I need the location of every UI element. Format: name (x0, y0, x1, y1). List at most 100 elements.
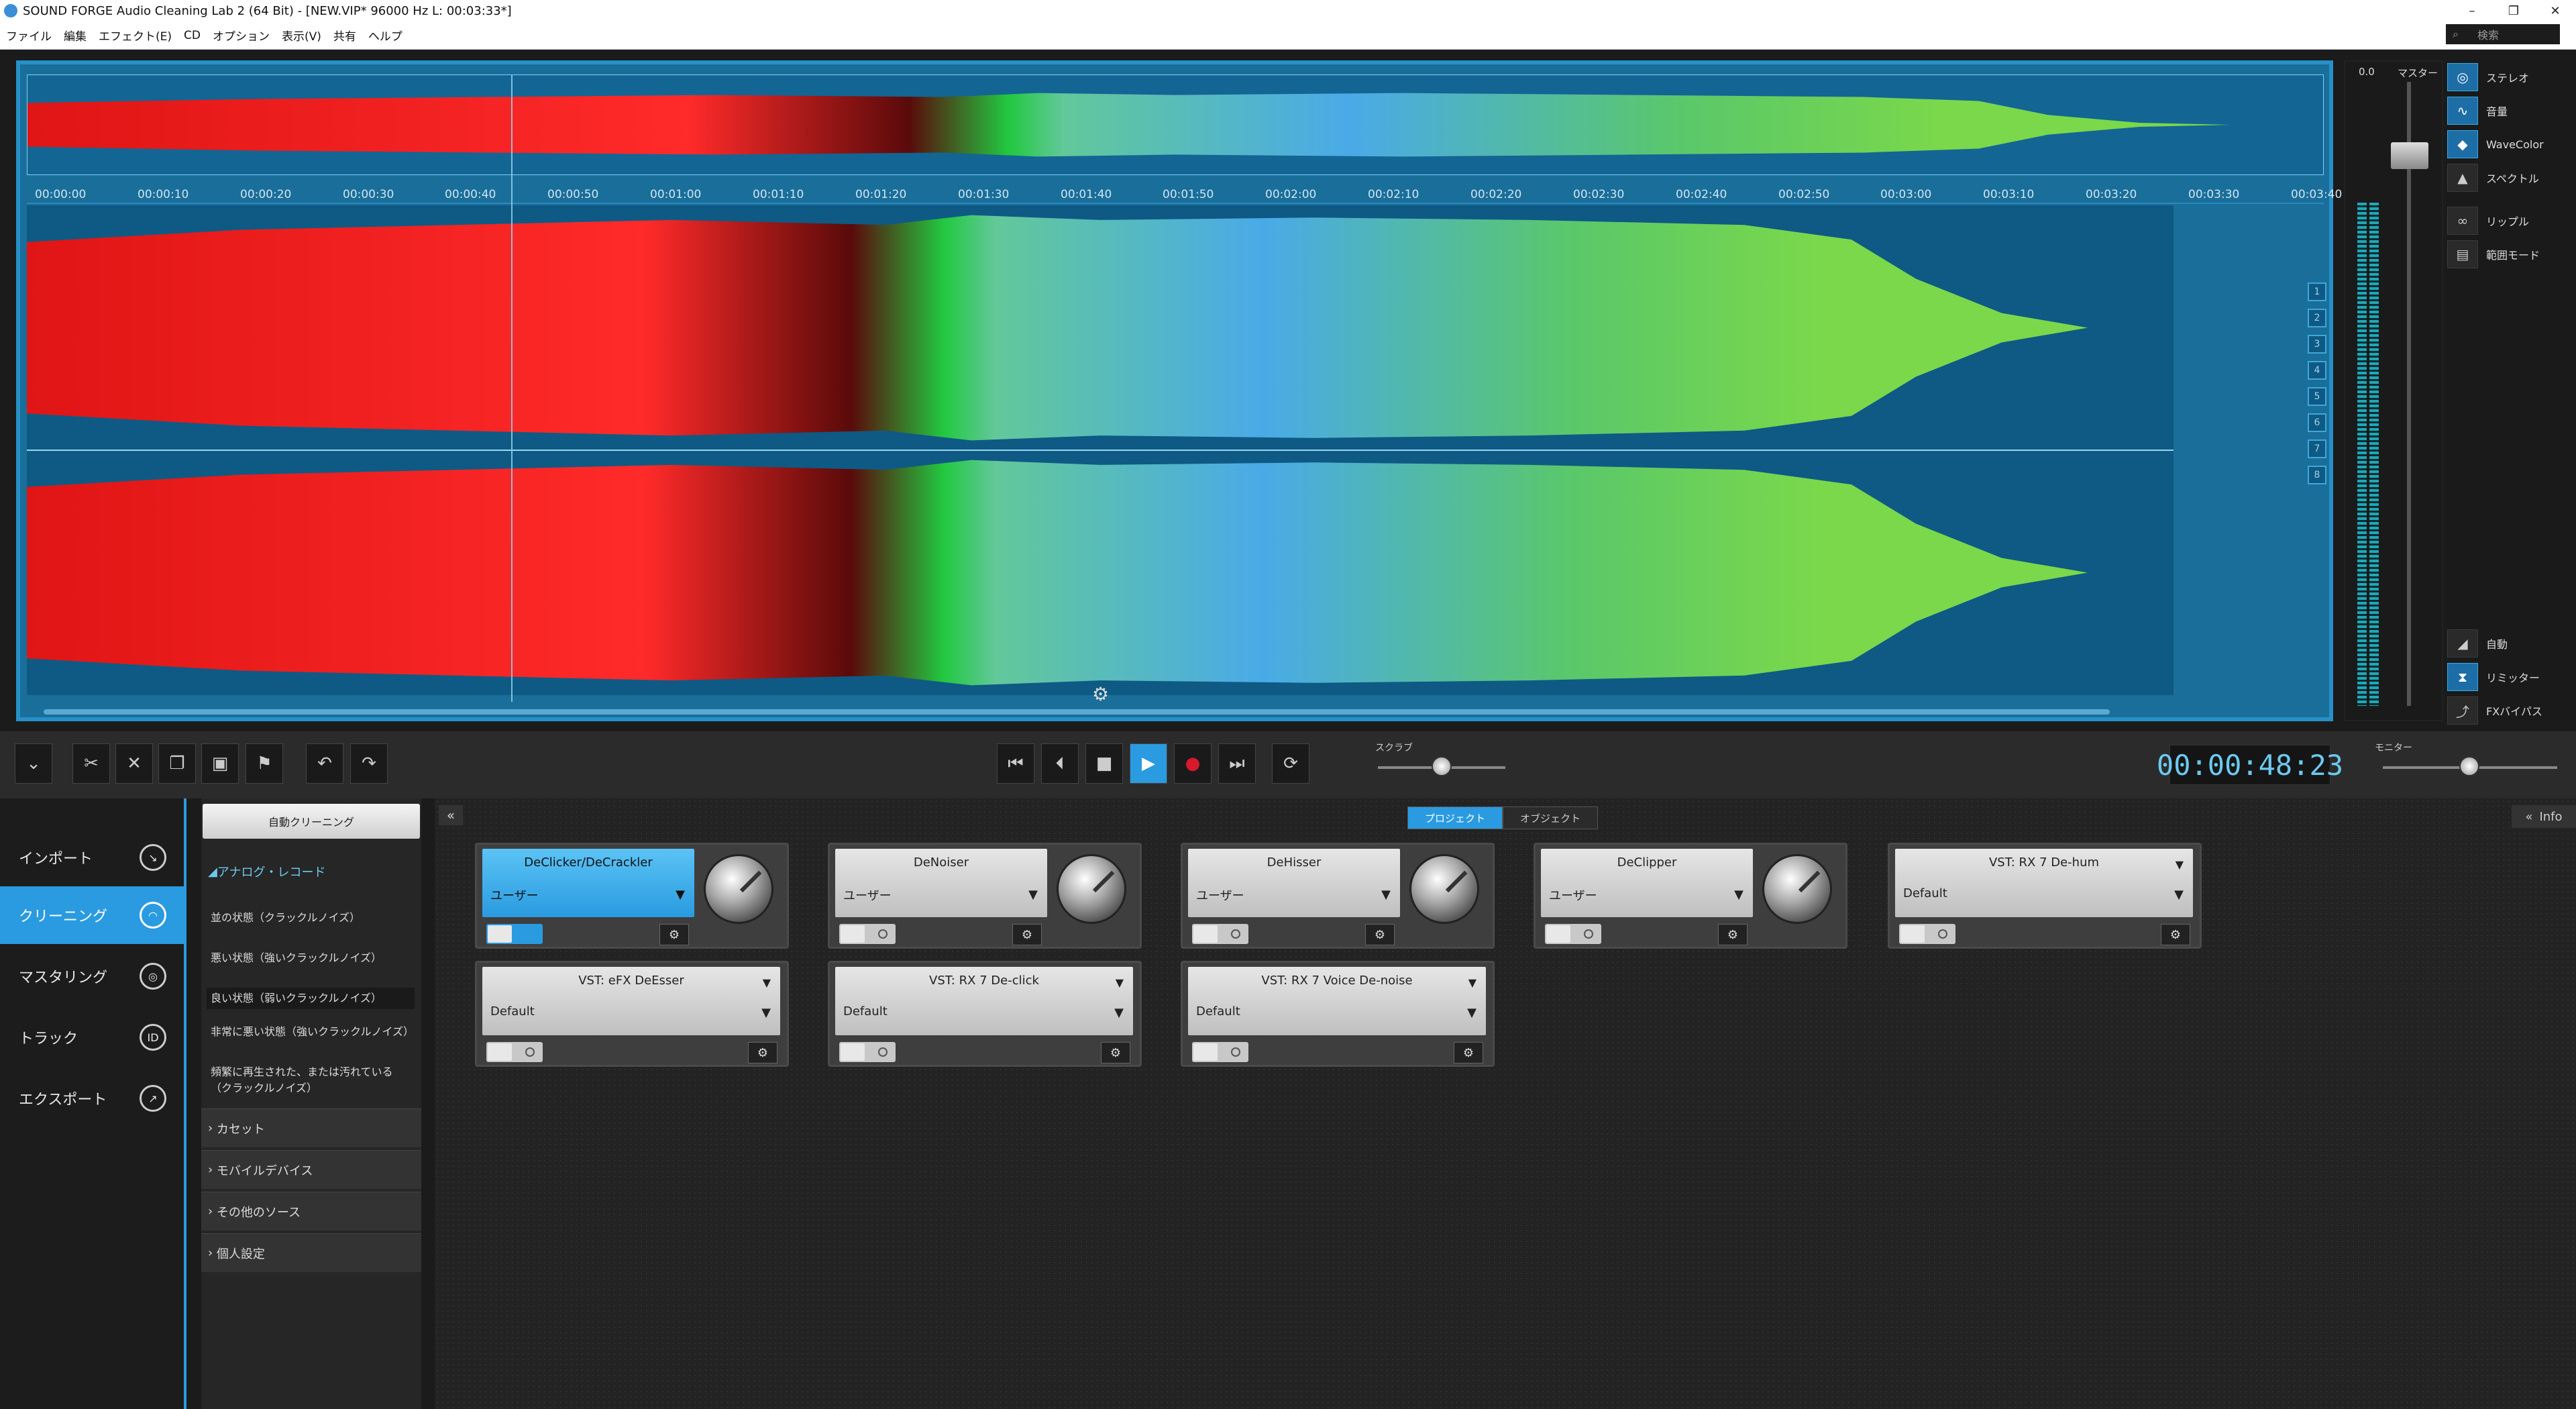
close-button[interactable]: ✕ (2534, 0, 2576, 21)
settings-gear-icon[interactable]: ⚙ (748, 1042, 777, 1063)
preset-dropdown[interactable]: DeNoiser ユーザー ▼ (835, 849, 1047, 917)
cut-icon[interactable]: ✂ (72, 743, 110, 784)
waveform-panel[interactable]: 00:00:00 00:00:10 00:00:20 00:00:30 00:00:40… (16, 60, 2342, 721)
preset-dropdown[interactable]: DeClipper ユーザー ▼ (1541, 849, 1753, 917)
menu-file[interactable]: ファイル (0, 27, 58, 44)
preset-item[interactable]: 悪い状態（強いクラックルノイズ） (211, 950, 412, 966)
category-mobile[interactable]: › モバイルデバイス (201, 1150, 421, 1189)
delete-icon[interactable]: ✕ (115, 743, 153, 784)
collapse-panel-icon[interactable]: « (439, 805, 463, 825)
main-waveform[interactable] (27, 205, 2174, 695)
skip-to-end-button[interactable]: ⏭ (1218, 743, 1256, 784)
power-toggle[interactable] (1192, 924, 1248, 944)
settings-gear-icon[interactable]: ⚙ (659, 924, 689, 945)
paste-icon[interactable]: ▣ (201, 743, 239, 784)
preset-dropdown[interactable]: VST: RX 7 Voice De-noise ▼ Default ▼ (1188, 967, 1486, 1035)
scrub-slider[interactable] (1432, 756, 1452, 776)
channel-button[interactable]: 8 (2308, 466, 2326, 484)
minimize-button[interactable]: – (2451, 0, 2493, 21)
marker-icon[interactable]: ⚑ (246, 743, 283, 784)
menu-help[interactable]: ヘルプ (362, 27, 409, 44)
record-button[interactable]: ● (1174, 743, 1212, 784)
settings-gear-icon[interactable]: ⚙ (1365, 924, 1395, 945)
category-cassette[interactable]: › カセット (201, 1108, 421, 1147)
settings-gear-icon[interactable]: ⚙ (1012, 924, 1042, 945)
menu-edit[interactable]: 編集 (58, 27, 93, 44)
scrollbar-thumb[interactable] (44, 709, 2110, 715)
amount-knob[interactable] (1057, 854, 1126, 924)
power-toggle[interactable] (486, 924, 543, 944)
view-stereo-button[interactable]: ◎ ステレオ (2447, 63, 2529, 91)
settings-gear-icon[interactable]: ⚙ (1092, 683, 1109, 705)
time-ruler[interactable]: 00:00:00 00:00:10 00:00:20 00:00:30 00:00:40… (27, 185, 2342, 204)
sidebar-item-import[interactable]: インポート ↘ (0, 829, 184, 886)
view-ripple-button[interactable]: ∞ リップル (2447, 207, 2529, 235)
tab-project[interactable]: プロジェクト (1407, 806, 1503, 829)
preset-item[interactable]: 並の状態（クラックルノイズ） (211, 910, 412, 926)
power-toggle[interactable] (839, 924, 896, 944)
preset-item-selected[interactable]: 良い状態（弱いクラックルノイズ） (207, 988, 415, 1009)
sidebar-item-export[interactable]: エクスポート ↗ (0, 1069, 184, 1127)
preset-dropdown[interactable]: VST: RX 7 De-click ▼ Default ▼ (835, 967, 1133, 1035)
search-input[interactable]: ⌕ 検索 (2446, 24, 2560, 44)
settings-gear-icon[interactable]: ⚙ (1718, 924, 1748, 945)
auto-button[interactable]: ◢ 自動 (2447, 629, 2508, 658)
previous-button[interactable]: ⏴ (1041, 743, 1079, 784)
redo-icon[interactable]: ↷ (350, 743, 388, 784)
menu-cd[interactable]: CD (178, 29, 207, 42)
settings-gear-icon[interactable]: ⚙ (1101, 1042, 1130, 1063)
view-wavecolor-button[interactable]: ◆ WaveColor (2447, 130, 2544, 158)
settings-gear-icon[interactable]: ⚙ (1454, 1042, 1483, 1063)
playhead[interactable] (511, 74, 513, 702)
power-toggle[interactable] (1192, 1042, 1248, 1062)
menu-options[interactable]: オプション (207, 27, 276, 44)
fx-bypass-button[interactable]: ⤴ FXバイパス (2447, 696, 2542, 725)
category-personal[interactable]: › 個人設定 (201, 1233, 421, 1272)
copy-icon[interactable]: ❐ (158, 743, 196, 784)
amount-knob[interactable] (1762, 854, 1832, 924)
menu-view[interactable]: 表示(V) (276, 27, 327, 44)
preset-dropdown[interactable]: DeHisser ユーザー ▼ (1188, 849, 1400, 917)
menu-effects[interactable]: エフェクト(E) (93, 27, 178, 44)
overview-waveform[interactable] (27, 74, 2324, 175)
power-toggle[interactable] (1899, 924, 1955, 944)
settings-gear-icon[interactable]: ⚙ (2161, 924, 2190, 945)
view-range-mode-button[interactable]: ▤ 範囲モード (2447, 240, 2540, 268)
channel-button[interactable]: 5 (2308, 387, 2326, 406)
sidebar-item-track[interactable]: トラック ID (0, 1008, 184, 1066)
limiter-button[interactable]: ⧗ リミッター (2447, 663, 2540, 691)
channel-button[interactable]: 2 (2308, 309, 2326, 327)
amount-knob[interactable] (1409, 854, 1479, 924)
sidebar-item-cleaning[interactable]: クリーニング ◠ (0, 886, 184, 944)
play-button[interactable]: ▶ (1130, 743, 1167, 784)
preset-item[interactable]: 頻繁に再生された、または汚れている（クラックルノイズ） (211, 1064, 412, 1096)
view-volume-button[interactable]: ∿ 音量 (2447, 97, 2508, 125)
horizontal-scrollbar[interactable] (27, 705, 2324, 719)
preset-item[interactable]: 非常に悪い状態（強いクラックルノイズ） (211, 1024, 414, 1040)
sidebar-item-mastering[interactable]: マスタリング ◎ (0, 947, 184, 1005)
master-fader[interactable] (2391, 142, 2428, 169)
undo-icon[interactable]: ↶ (306, 743, 343, 784)
loop-button[interactable]: ⟳ (1272, 743, 1309, 784)
channel-button[interactable]: 3 (2308, 335, 2326, 354)
preset-dropdown[interactable]: VST: eFX DeEsser ▼ Default ▼ (482, 967, 780, 1035)
view-spectrum-button[interactable]: ▲ スペクトル (2447, 164, 2539, 192)
collapse-down-icon[interactable]: ⌄ (15, 743, 52, 784)
channel-button[interactable]: 6 (2308, 413, 2326, 432)
channel-button[interactable]: 1 (2308, 282, 2326, 301)
power-toggle[interactable] (1545, 924, 1601, 944)
stop-button[interactable]: ■ (1085, 743, 1123, 784)
info-button[interactable]: « Info (2512, 805, 2576, 828)
preset-dropdown[interactable]: DeClicker/DeCrackler ユーザー ▼ (482, 849, 694, 917)
preset-dropdown[interactable]: VST: RX 7 De-hum ▼ Default ▼ (1895, 849, 2193, 917)
restore-button[interactable]: ❐ (2493, 0, 2534, 21)
menu-share[interactable]: 共有 (327, 27, 362, 44)
tab-object[interactable]: オブジェクト (1503, 806, 1598, 829)
category-other-sources[interactable]: › その他のソース (201, 1192, 421, 1231)
channel-button[interactable]: 4 (2308, 361, 2326, 380)
power-toggle[interactable] (486, 1042, 543, 1062)
category-analog-record[interactable]: ◢ アナログ・レコード (201, 852, 421, 891)
amount-knob[interactable] (704, 854, 773, 924)
channel-button[interactable]: 7 (2308, 439, 2326, 458)
monitor-slider[interactable] (2459, 756, 2479, 776)
